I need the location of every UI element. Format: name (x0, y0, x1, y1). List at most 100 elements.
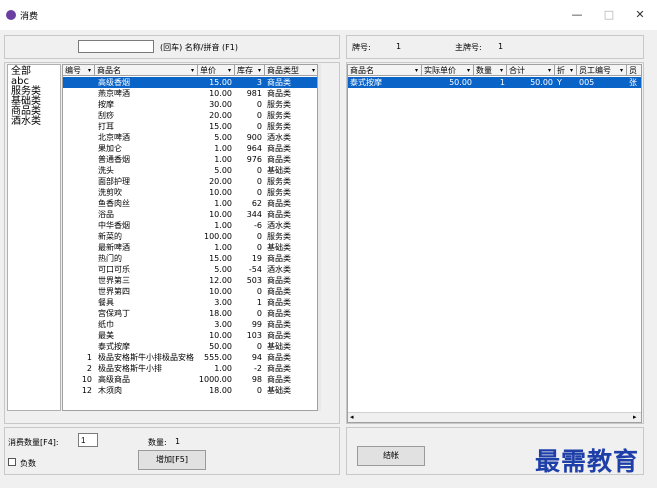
table-cell: 商品类 (267, 287, 291, 296)
table-cell: 10.00 (209, 210, 232, 219)
table-row[interactable]: 餐具 3.00 1 商品类 (63, 297, 317, 308)
table-row[interactable]: 按摩 30.00 0 服务类 (63, 99, 317, 110)
table-cell: 服务类 (267, 188, 291, 197)
plate-value: 1 (396, 42, 402, 51)
product-column-header[interactable]: 单价 ▾ (198, 65, 235, 76)
column-dropdown-icon[interactable]: ▾ (498, 67, 505, 74)
table-cell: 燕京啤酒 (98, 89, 130, 98)
table-row[interactable]: 打耳 15.00 0 服务类 (63, 121, 317, 132)
order-column-header[interactable]: 实际单价 ▾ (422, 65, 474, 76)
count-value: 1 (175, 437, 181, 446)
table-cell (63, 286, 92, 297)
table-row[interactable]: 10 高级商品 1000.00 98 商品类 (63, 374, 317, 385)
scroll-right-icon[interactable]: ▸ (633, 413, 637, 421)
table-cell: 商品类 (267, 78, 291, 87)
column-dropdown-icon[interactable]: ▾ (256, 67, 263, 74)
table-cell: 5.00 (214, 166, 232, 175)
table-cell: 商品类 (267, 210, 291, 219)
order-column-header[interactable]: 折 ▾ (555, 65, 577, 76)
order-column-header[interactable]: 合计 ▾ (507, 65, 555, 76)
table-cell: 服务类 (267, 232, 291, 241)
order-grid-hscrollbar[interactable] (348, 412, 641, 422)
checkout-button[interactable]: 结帐 (357, 446, 425, 466)
table-cell: 酒水类 (267, 265, 291, 274)
table-row[interactable]: 可口可乐 5.00 -54 酒水类 (63, 264, 317, 275)
table-row[interactable]: 洗头 5.00 0 基础类 (63, 165, 317, 176)
order-column-header[interactable]: 员 (627, 65, 641, 76)
column-dropdown-icon[interactable]: ▾ (465, 67, 472, 74)
order-grid[interactable]: 商品名 ▾ 实际单价 ▾ 数量 ▾ 合计 ▾ 折 ▾ 员工编号 ▾ 员 泰式按摩 50.00 1 50.00 Y… (347, 64, 642, 423)
add-button[interactable]: 增加[F5] (138, 450, 206, 470)
scroll-left-icon[interactable]: ◂ (350, 413, 354, 421)
table-row[interactable]: 纸巾 3.00 99 商品类 (63, 319, 317, 330)
table-cell: 极品安格斯牛小排 (98, 364, 162, 373)
table-row[interactable]: 高级香烟 15.00 3 商品类 (63, 77, 317, 88)
table-row[interactable]: 浴品 10.00 344 商品类 (63, 209, 317, 220)
order-column-header[interactable]: 员工编号 ▾ (577, 65, 627, 76)
quantity-input[interactable] (78, 433, 98, 447)
table-row[interactable]: 普通香烟 1.00 976 商品类 (63, 154, 317, 165)
column-dropdown-icon[interactable]: ▾ (618, 67, 625, 74)
table-row[interactable]: 宫保鸡丁 18.00 0 商品类 (63, 308, 317, 319)
table-cell: 94 (251, 353, 262, 362)
order-column-header[interactable]: 数量 ▾ (474, 65, 507, 76)
table-row[interactable]: 2 极品安格斯牛小排 1.00 -2 商品类 (63, 363, 317, 374)
column-dropdown-icon[interactable]: ▾ (413, 67, 420, 74)
search-input[interactable] (78, 40, 154, 53)
table-row[interactable]: 果加仑 1.00 964 商品类 (63, 143, 317, 154)
plate-label: 牌号: (352, 43, 371, 52)
table-cell: 商品类 (267, 375, 291, 384)
table-row[interactable]: 世界第三 12.00 503 商品类 (63, 275, 317, 286)
product-column-header[interactable]: 商品类型 ▾ (265, 65, 317, 76)
table-row[interactable]: 泰式按摩 50.00 0 基础类 (63, 341, 317, 352)
column-dropdown-icon[interactable]: ▾ (568, 67, 575, 74)
table-cell (63, 121, 92, 132)
table-cell: 555.00 (204, 353, 232, 362)
column-dropdown-icon[interactable]: ▾ (310, 67, 317, 74)
table-row[interactable]: 世界第四 10.00 0 商品类 (63, 286, 317, 297)
close-button[interactable]: ✕ (629, 6, 651, 24)
table-cell: 12.00 (209, 276, 232, 285)
table-cell: 1.00 (214, 364, 232, 373)
table-row[interactable]: 新菜的 100.00 0 服务类 (63, 231, 317, 242)
table-row[interactable]: 热门的 15.00 19 商品类 (63, 253, 317, 264)
order-row[interactable]: 泰式按摩 50.00 1 50.00 Y 005 张 (348, 77, 641, 88)
table-row[interactable]: 面部护理 20.00 0 服务类 (63, 176, 317, 187)
table-row[interactable]: 最新啤酒 1.00 0 基础类 (63, 242, 317, 253)
table-cell (63, 275, 92, 286)
table-cell: 最新啤酒 (98, 243, 130, 252)
table-row[interactable]: 1 极品安格斯牛小排极品安格 555.00 94 商品类 (63, 352, 317, 363)
column-dropdown-icon[interactable]: ▾ (86, 67, 93, 74)
order-column-header[interactable]: 商品名 ▾ (348, 65, 422, 76)
table-cell: 商品类 (267, 89, 291, 98)
table-cell: 10.00 (209, 331, 232, 340)
table-cell: 0 (256, 342, 262, 351)
table-row[interactable]: 最美 10.00 103 商品类 (63, 330, 317, 341)
product-column-header[interactable]: 库存 ▾ (235, 65, 265, 76)
maximize-button[interactable]: □ (598, 6, 620, 24)
table-row[interactable]: 燕京啤酒 10.00 981 商品类 (63, 88, 317, 99)
table-cell (63, 154, 92, 165)
column-dropdown-icon[interactable]: ▾ (189, 67, 196, 74)
table-cell (63, 308, 92, 319)
table-cell: 商品类 (267, 364, 291, 373)
table-row[interactable]: 12 木须肉 18.00 0 基础类 (63, 385, 317, 396)
table-row[interactable]: 鱼香肉丝 1.00 62 商品类 (63, 198, 317, 209)
table-cell: 0 (256, 166, 262, 175)
product-column-header[interactable]: 商品名 ▾ (95, 65, 198, 76)
product-grid[interactable]: 编号 ▾ 商品名 ▾ 单价 ▾ 库存 ▾ 商品类型 ▾ 高级香烟 15.00 3 商品类 燕京啤酒 10.0… (62, 64, 318, 411)
category-item[interactable]: 酒水类 (11, 117, 41, 127)
table-row[interactable]: 刮痧 20.00 0 服务类 (63, 110, 317, 121)
table-row[interactable]: 中华香烟 1.00 -6 酒水类 (63, 220, 317, 231)
table-row[interactable]: 洗剪吹 10.00 0 服务类 (63, 187, 317, 198)
table-cell: 最美 (98, 331, 114, 340)
product-column-header[interactable]: 编号 ▾ (63, 65, 95, 76)
table-row[interactable]: 北京啤酒 5.00 900 酒水类 (63, 132, 317, 143)
column-dropdown-icon[interactable]: ▾ (546, 67, 553, 74)
minimize-button[interactable]: — (566, 6, 588, 24)
table-cell: 商品类 (267, 309, 291, 318)
table-cell: 果加仑 (98, 144, 122, 153)
column-dropdown-icon[interactable]: ▾ (226, 67, 233, 74)
negative-checkbox[interactable] (8, 458, 16, 466)
product-grid-scrollbar[interactable] (318, 64, 321, 411)
